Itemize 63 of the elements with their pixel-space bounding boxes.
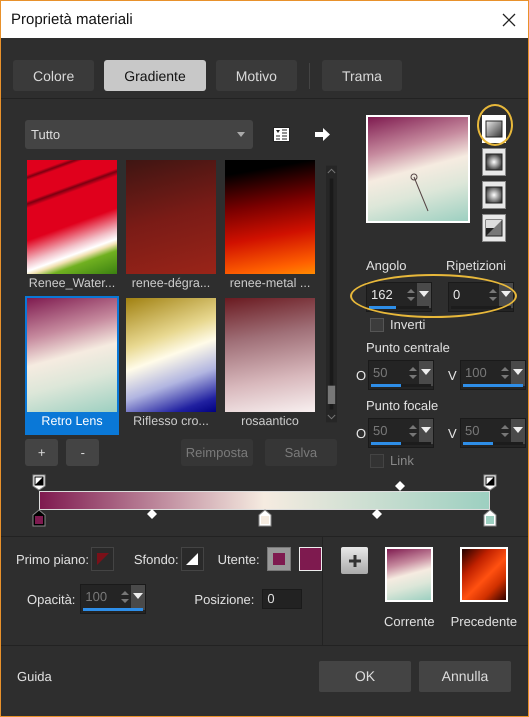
tab[interactable]: Trama: [322, 60, 402, 91]
swatch-label: Primo piano:: [16, 552, 89, 566]
color-stop-icon[interactable]: [258, 509, 272, 527]
help-link[interactable]: Guida: [17, 668, 311, 684]
background-swatch[interactable]: [180, 547, 204, 571]
axis-label: O: [356, 426, 363, 440]
foreground-swatch[interactable]: [90, 547, 114, 571]
axis-label: O: [356, 368, 363, 382]
dropdown-button[interactable]: [417, 283, 431, 308]
add-button[interactable]: [341, 547, 368, 574]
gradient-preview: [385, 547, 434, 602]
dropdown-arrow-icon: [419, 291, 429, 297]
gradient-preview: [460, 547, 508, 602]
right-arrow-icon[interactable]: [315, 128, 330, 141]
tab[interactable]: Gradiente: [104, 60, 206, 91]
dropdown-arrow-icon: [513, 427, 523, 433]
dialog-button[interactable]: Annulla: [419, 660, 511, 692]
section-label: Punto focale: [366, 398, 438, 413]
preview-label: Corrente: [384, 614, 435, 629]
dropdown-arrow-icon: [421, 369, 431, 375]
repeats-spinner[interactable]: 0: [448, 282, 514, 312]
gradient-tile[interactable]: Retro Lens: [25, 296, 119, 435]
list-button[interactable]: -: [66, 439, 100, 466]
field-label: Angolo: [366, 258, 408, 273]
dropdown-arrow-icon: [421, 427, 431, 433]
color-stop-icon[interactable]: [32, 509, 46, 527]
checkbox-label: Inverti: [390, 317, 426, 332]
window-title: Proprietà materiali: [11, 11, 133, 28]
checkbox[interactable]: [370, 318, 384, 332]
list-view-icon[interactable]: [273, 127, 290, 142]
highlight-ring: [477, 104, 513, 146]
plus-icon: [348, 554, 362, 568]
dropdown-arrow-icon: [513, 369, 523, 375]
position-field[interactable]: 0: [262, 589, 302, 609]
gradient-preview[interactable]: [366, 115, 470, 223]
field-label: Opacità:: [27, 592, 76, 606]
gradient-ramp[interactable]: [39, 491, 490, 510]
axis-label: V: [448, 426, 455, 440]
opacity-stop-icon[interactable]: [32, 474, 46, 491]
close-icon[interactable]: [502, 12, 516, 26]
style-button[interactable]: [482, 181, 506, 209]
checkbox-label: Link: [390, 453, 414, 468]
field-label: Posizione:: [194, 592, 254, 606]
field-label: Ripetizioni: [446, 258, 506, 273]
preview-label: Precedente: [450, 614, 518, 629]
tab[interactable]: Motivo: [216, 60, 297, 91]
caret-icon: [237, 132, 245, 137]
tab[interactable]: Colore: [13, 60, 94, 91]
user-swatch[interactable]: [267, 547, 291, 571]
axis-label: V: [448, 368, 455, 382]
category-dropdown[interactable]: Tutto: [25, 120, 253, 149]
swatch-label: Utente:: [218, 552, 260, 566]
angle-spinner[interactable]: 162: [366, 282, 432, 312]
color-stop-icon[interactable]: [483, 509, 497, 527]
opacity-stop-icon[interactable]: [483, 474, 497, 491]
section-label: Punto centrale: [366, 340, 450, 355]
dialog-button[interactable]: OK: [319, 660, 411, 692]
style-button[interactable]: [482, 148, 506, 176]
list-button[interactable]: +: [25, 439, 58, 466]
swatch-label: Sfondo:: [134, 552, 179, 566]
style-button[interactable]: [482, 214, 506, 242]
dropdown-arrow-icon: [133, 593, 144, 599]
dropdown-arrow-icon: [501, 291, 511, 297]
